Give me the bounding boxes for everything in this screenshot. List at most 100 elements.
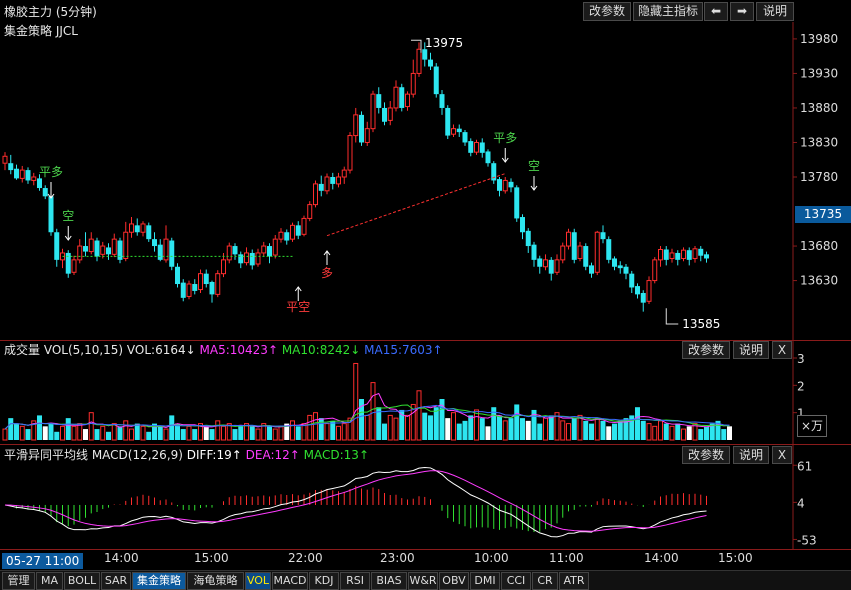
candle-body (445, 107, 451, 136)
candle-body (692, 248, 698, 259)
indicator-tab[interactable]: W&R (408, 572, 438, 590)
volume-bar (8, 418, 14, 440)
indicator-tab[interactable]: MACD (272, 572, 308, 590)
volume-bar (215, 420, 221, 441)
candle-body (376, 94, 382, 108)
volume-bar (88, 412, 94, 441)
candle-body (31, 176, 37, 181)
volume-bar (508, 418, 514, 440)
volume-unit-label: ×万 (797, 415, 827, 437)
volume-bar (65, 418, 71, 440)
candle-body (531, 244, 537, 260)
volume-bar (60, 425, 65, 441)
volume-bar (387, 414, 393, 441)
candle-body (456, 128, 462, 133)
time-label: 14:00 (104, 551, 139, 565)
candle-body (157, 244, 163, 260)
candlestick-chart[interactable]: 13980 13930 13880 13830 13780 13680 13630 13975… (0, 22, 851, 340)
candle-body (652, 259, 658, 282)
candle-body (428, 59, 433, 67)
candle-body (704, 254, 709, 259)
time-label: 15:00 (194, 551, 229, 565)
candle-body (117, 240, 123, 260)
indicator-tab[interactable]: 海龟策略 (187, 572, 244, 590)
volume-bar (704, 426, 709, 440)
low-price-label: 13585 (682, 317, 720, 331)
volume-bar (324, 423, 330, 441)
volume-bar (42, 426, 48, 440)
volume-bar (686, 426, 692, 440)
volume-bar (94, 429, 100, 440)
volume-bar (675, 423, 681, 440)
candle-body (543, 259, 548, 268)
candle-body (111, 238, 117, 255)
volume-bar (474, 409, 479, 441)
indicator-tab[interactable]: 管理 (2, 572, 35, 590)
candle-body (640, 293, 646, 303)
indicator-tab[interactable]: CR (532, 572, 558, 590)
candle-body (594, 231, 600, 273)
volume-bar (566, 423, 571, 441)
indicator-tab[interactable]: KDJ (309, 572, 339, 590)
candle-body (393, 86, 399, 109)
arrow-right-icon[interactable]: ➡ (730, 2, 754, 21)
candle-body (370, 93, 376, 130)
candle-body (330, 177, 336, 184)
volume-bar (456, 423, 462, 440)
indicator-tab[interactable]: CCI (501, 572, 531, 590)
indicator-tab[interactable]: ATR (559, 572, 589, 590)
volume-bar (71, 425, 77, 441)
candle-body (462, 132, 468, 143)
indicator-tab[interactable]: RSI (340, 572, 370, 590)
indicator-tab[interactable]: MA (36, 572, 63, 590)
candle-body (19, 169, 25, 179)
time-label: 14:00 (644, 551, 679, 565)
indicator-tab[interactable]: BIAS (371, 572, 407, 590)
volume-bar (169, 415, 175, 440)
indicator-tab[interactable]: 集金策略 (132, 572, 186, 590)
indicator-tab[interactable]: VOL (245, 572, 271, 590)
candle-body (169, 240, 175, 267)
volume-bar (640, 420, 646, 440)
volume-bar (652, 425, 658, 441)
candle-body (548, 259, 554, 274)
hide-main-indicator-button[interactable]: 隐藏主指标 (633, 2, 703, 21)
indicator-tab[interactable]: BOLL (64, 572, 100, 590)
candle-body (238, 254, 244, 264)
arrow-left-icon[interactable]: ⬅ (704, 2, 728, 21)
price-tick-label: 13830 (800, 135, 838, 149)
volume-bar (560, 420, 566, 441)
candle-body (186, 283, 192, 297)
candle-body (612, 258, 617, 267)
volume-bar (663, 423, 669, 440)
candle-body (353, 114, 359, 137)
macd-chart: 61 4 -53 (4, 444, 817, 550)
volume-bar (468, 415, 474, 440)
volume-bar (129, 428, 134, 441)
volume-bar (669, 425, 675, 441)
volume-bar (416, 390, 422, 441)
indicator-tab[interactable]: SAR (101, 572, 131, 590)
candle-body (617, 265, 623, 269)
indicator-tab[interactable]: DMI (470, 572, 500, 590)
candle-body (100, 245, 106, 255)
candle-body (347, 135, 353, 171)
candle-body (129, 223, 134, 233)
candle-body (525, 230, 531, 247)
volume-bar (497, 415, 502, 440)
candle-body (663, 249, 669, 260)
time-label: 11:00 (549, 551, 584, 565)
time-cursor-label: 05-27 11:00 (2, 553, 84, 569)
candle-body (48, 196, 54, 233)
price-tick-label: 13680 (800, 239, 838, 253)
volume-bar (48, 423, 54, 440)
help-button[interactable]: 说明 (756, 2, 794, 21)
candle-body (583, 246, 589, 267)
candle-body (433, 66, 439, 95)
edit-params-button[interactable]: 改参数 (583, 2, 631, 21)
volume-bar (393, 417, 399, 441)
volume-bar (537, 423, 543, 440)
volume-bar (485, 426, 491, 440)
indicator-tab[interactable]: OBV (439, 572, 469, 590)
candle-body (318, 183, 324, 191)
